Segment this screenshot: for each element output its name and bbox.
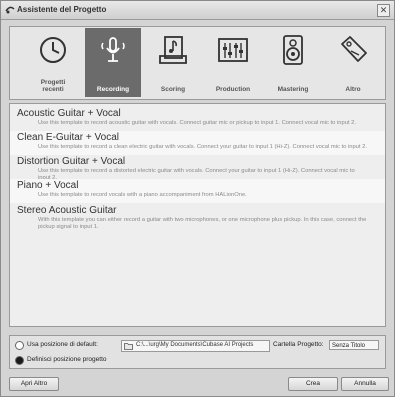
default-location-radio[interactable] [15, 341, 24, 350]
cancel-button[interactable]: Annulla [341, 377, 389, 391]
list-item[interactable]: Stereo Acoustic Guitar With this templat… [10, 204, 385, 234]
category-recording[interactable]: Recording [85, 28, 141, 97]
window-title: Assistente del Progetto [17, 5, 107, 14]
microphone-icon [101, 37, 125, 62]
tag-icon [341, 36, 367, 62]
template-description: Use this template to record a clean elec… [38, 144, 367, 150]
project-path-text: C:\...\urg\My Documents\Cubase AI Projec… [136, 342, 254, 348]
category-label: Production [215, 86, 251, 93]
create-button[interactable]: Crea [288, 377, 338, 391]
template-title: Clean E-Guitar + Vocal [17, 132, 119, 143]
project-location-panel: Usa posizione di default: C:\...\urg\My … [9, 335, 386, 369]
category-label: Recording [96, 86, 130, 93]
category-scoring[interactable]: Scoring [145, 28, 201, 97]
category-label: Mastering [277, 86, 309, 93]
template-list: Acoustic Guitar + Vocal Use this templat… [9, 103, 386, 327]
category-recent[interactable]: Progetti recenti [25, 28, 81, 97]
speaker-icon [283, 35, 303, 65]
custom-location-radio[interactable] [15, 356, 24, 365]
category-bar: Progetti recenti Recording Scoring Produ… [9, 26, 386, 100]
template-title: Stereo Acoustic Guitar [17, 205, 117, 216]
list-item[interactable]: Clean E-Guitar + Vocal Use this template… [10, 131, 385, 155]
category-other[interactable]: Altro [325, 28, 381, 97]
open-other-button[interactable]: Apri Altro [9, 377, 59, 391]
custom-location-label: Definisci posizione progetto [27, 356, 107, 363]
project-folder-input[interactable]: Senza Titolo [329, 340, 379, 350]
close-button[interactable]: ✕ [377, 4, 390, 17]
project-assistant-window: Assistente del Progetto ✕ Progetti recen… [0, 0, 395, 397]
app-icon [5, 6, 15, 14]
template-description: Use this template to record vocals with … [38, 192, 247, 198]
template-title: Distortion Guitar + Vocal [17, 156, 126, 167]
default-location-label: Usa posizione di default: [27, 341, 98, 348]
folder-icon [124, 343, 133, 350]
project-path-field[interactable]: C:\...\urg\My Documents\Cubase AI Projec… [121, 340, 270, 352]
sheet-music-icon [159, 36, 187, 64]
category-label: Progetti recenti [40, 79, 66, 93]
project-folder-label: Cartella Progetto: [273, 341, 324, 348]
clock-icon [40, 37, 66, 63]
category-mastering[interactable]: Mastering [265, 28, 321, 97]
list-item[interactable]: Acoustic Guitar + Vocal Use this templat… [10, 107, 385, 131]
mixer-faders-icon [218, 38, 248, 62]
title-bar: Assistente del Progetto ✕ [1, 1, 394, 20]
category-production[interactable]: Production [205, 28, 261, 97]
category-label: Scoring [160, 86, 186, 93]
category-label: Altro [345, 86, 361, 93]
template-title: Piano + Vocal [17, 180, 79, 191]
list-item[interactable]: Piano + Vocal Use this template to recor… [10, 179, 385, 203]
list-item[interactable]: Distortion Guitar + Vocal Use this templ… [10, 155, 385, 181]
template-description: Use this template to record acoustic gui… [38, 120, 357, 126]
template-title: Acoustic Guitar + Vocal [17, 108, 121, 119]
template-description: With this template you can either record… [38, 217, 367, 230]
